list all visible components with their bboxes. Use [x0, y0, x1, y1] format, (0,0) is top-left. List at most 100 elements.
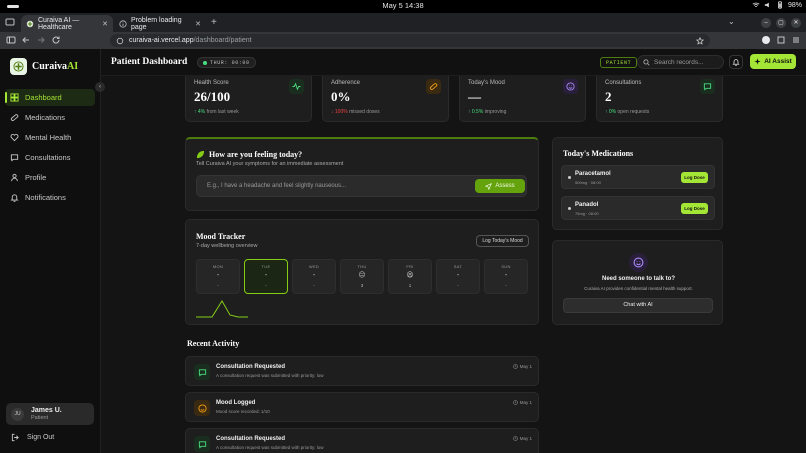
mood-day-label: SAT	[453, 264, 463, 269]
hamburger-menu-icon[interactable]	[791, 35, 801, 45]
mood-day-tue[interactable]: TUE - -	[244, 259, 288, 294]
symptom-checker-title: How are you feeling today?	[209, 150, 303, 159]
mood-day-score: -	[457, 283, 459, 288]
activity-item[interactable]: Mood Logged Mood score recorded: 1/10 Ma…	[185, 392, 539, 422]
forward-arrow-icon[interactable]	[36, 35, 46, 45]
site-info-icon[interactable]	[116, 37, 124, 45]
mood-day-fri[interactable]: FRI 😫 1	[388, 259, 432, 294]
sign-out-button[interactable]: Sign Out	[11, 433, 54, 442]
recent-activity-title: Recent Activity	[187, 339, 240, 348]
activity-time: May 1	[519, 400, 532, 405]
stat-note: from last week	[206, 109, 239, 115]
medication-dose: 75mg · 08:00	[575, 211, 599, 216]
address-bar[interactable]: curaiva-ai.vercel.app/dashboard/patient	[110, 34, 710, 47]
back-arrow-icon[interactable]	[21, 35, 31, 45]
user-card[interactable]: JU James U. Patient	[6, 403, 94, 425]
sign-out-label: Sign Out	[27, 434, 55, 441]
collapse-sidebar-icon[interactable]: ‹	[95, 82, 105, 92]
browser-tab-problem[interactable]: Problem loading page ✕	[114, 15, 206, 32]
search-input[interactable]: Search records...	[637, 55, 724, 69]
mood-day-sat[interactable]: SAT - -	[436, 259, 480, 294]
sidebar-item-label: Notifications	[25, 193, 66, 202]
sidebar-item-medications[interactable]: Medications	[5, 109, 95, 126]
system-tray[interactable]: 98%	[752, 1, 802, 9]
chevron-down-icon[interactable]: ⌄	[728, 17, 735, 26]
log-mood-button[interactable]: Log Today's Mood	[476, 235, 529, 247]
pill-icon	[426, 79, 441, 94]
smile-icon	[194, 400, 210, 416]
activity-title: Consultation Requested	[216, 364, 286, 370]
mood-tracker-title: Mood Tracker	[196, 232, 246, 241]
chat-icon	[194, 436, 210, 452]
browser-tab-curaiva[interactable]: Curaiva AI — Healthcare ✕	[21, 15, 113, 32]
avatar: JU	[11, 407, 24, 421]
stat-label: Health Score	[194, 80, 229, 86]
top-header: Patient Dashboard THUR: 00:00 PATIENT Se…	[101, 49, 806, 76]
user-icon	[11, 173, 18, 182]
new-tab-icon[interactable]: +	[211, 17, 217, 28]
log-dose-button[interactable]: Log Dose	[681, 172, 708, 183]
activity-item[interactable]: Consultation Requested A consultation re…	[185, 428, 539, 453]
activity-time: May 1	[519, 364, 532, 369]
ai-assist-button[interactable]: AI Assist	[750, 54, 796, 69]
minimize-icon[interactable]: –	[761, 18, 771, 28]
activity-item[interactable]: Consultation Requested A consultation re…	[185, 356, 539, 386]
stat-delta: 0%	[608, 109, 617, 115]
activity-desc: Mood score recorded: 1/10	[216, 409, 270, 414]
sidebar-item-mental-health[interactable]: Mental Health	[5, 129, 95, 146]
assess-button[interactable]: Assess	[475, 179, 525, 193]
sidebar-item-label: Medications	[25, 113, 66, 122]
close-window-icon[interactable]: ✕	[791, 18, 801, 28]
url-path: /dashboard/patient	[193, 37, 252, 44]
mood-day-emoji: 😫	[406, 272, 414, 279]
stat-value: 0%	[331, 89, 351, 104]
chat-icon	[10, 154, 19, 162]
mental-support-card: Need someone to talk to? Curaiva AI prov…	[552, 240, 723, 325]
mood-day-thu[interactable]: THU 😐 3	[340, 259, 384, 294]
medication-item: Panadol 75mg · 08:00 Log Dose	[561, 196, 715, 220]
sidebar-item-label: Dashboard	[25, 93, 62, 102]
info-icon	[119, 19, 127, 28]
mood-tracker-subtitle: 7-day wellbeing overview	[196, 243, 258, 249]
chat-with-ai-button[interactable]: Chat with AI	[563, 298, 713, 313]
heart-icon	[10, 134, 19, 142]
tab-overview-icon[interactable]	[5, 17, 15, 27]
status-dot	[203, 60, 207, 65]
profile-icon[interactable]	[761, 35, 771, 45]
close-tab-icon[interactable]: ✕	[102, 20, 108, 28]
bookmark-star-icon[interactable]	[696, 36, 704, 45]
maximize-icon[interactable]: ▢	[776, 18, 786, 28]
medication-dot	[568, 176, 571, 179]
sidebar-item-consultations[interactable]: Consultations	[5, 149, 95, 166]
os-top-bar: May 5 14:38 98%	[0, 0, 806, 13]
mood-day-emoji: -	[504, 272, 508, 279]
leaf-icon	[196, 150, 205, 159]
notifications-button[interactable]	[729, 55, 743, 69]
log-dose-button[interactable]: Log Dose	[681, 203, 708, 214]
stat-note: missed doses	[349, 109, 380, 115]
battery-icon	[777, 1, 782, 9]
mood-day-wed[interactable]: WED - -	[292, 259, 336, 294]
mood-day-label: THU	[357, 264, 367, 269]
mood-day-mon[interactable]: MON - -	[196, 259, 240, 294]
support-subtitle: Curaiva AI provides confidential mental …	[584, 286, 693, 291]
sidebar-toggle-icon[interactable]	[6, 35, 16, 45]
close-tab-icon[interactable]: ✕	[195, 20, 201, 28]
reload-icon[interactable]	[51, 35, 61, 45]
sidebar: CuraivaAI ‹ Dashboard Medications Mental…	[0, 49, 105, 453]
sidebar-item-profile[interactable]: Profile	[5, 169, 95, 186]
curaiva-favicon-icon	[26, 20, 34, 27]
extensions-icon[interactable]	[776, 35, 786, 45]
sidebar-item-dashboard[interactable]: Dashboard	[5, 89, 95, 106]
volume-icon	[764, 2, 769, 8]
mood-day-sun[interactable]: SUN - -	[484, 259, 528, 294]
stat-label: Today's Mood	[468, 80, 505, 86]
activity-desc: A consultation request was submitted wit…	[216, 445, 324, 450]
time-badge-label: THUR: 00:00	[210, 59, 250, 66]
url-host: curaiva-ai.vercel.app	[129, 37, 194, 44]
page-title: Patient Dashboard	[111, 57, 188, 67]
chat-icon	[194, 364, 210, 380]
sidebar-item-notifications[interactable]: Notifications	[5, 189, 95, 206]
brand[interactable]: CuraivaAI	[10, 58, 78, 75]
os-clock[interactable]: May 5 14:38	[0, 1, 806, 10]
